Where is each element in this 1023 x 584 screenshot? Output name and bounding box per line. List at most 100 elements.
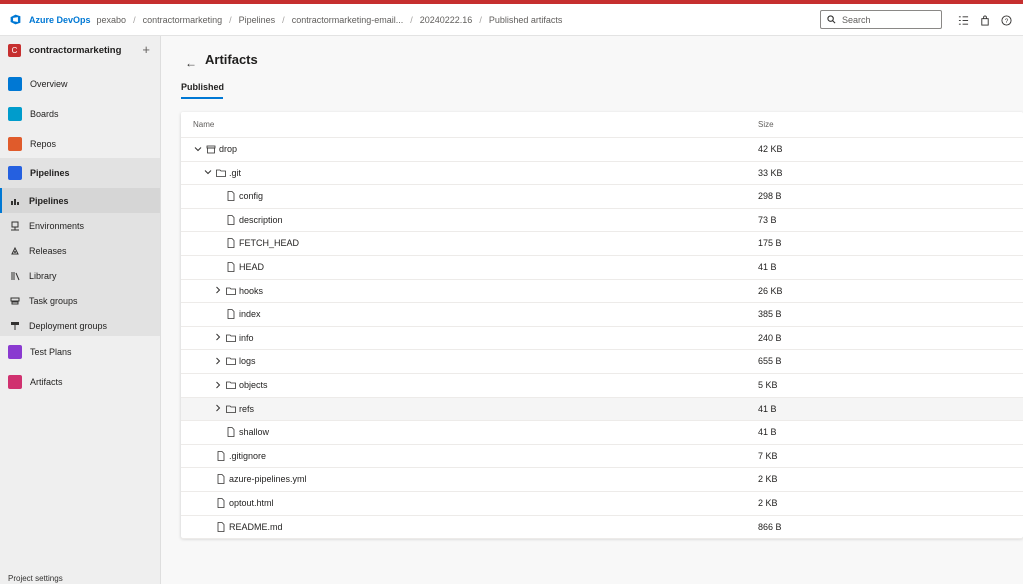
chevron-down-icon[interactable] <box>203 168 212 177</box>
row-size: 385 B <box>758 309 782 320</box>
overview-icon <box>8 77 22 91</box>
row-size: 240 B <box>758 332 782 343</box>
sidebar-item-artifacts[interactable]: Artifacts <box>0 369 160 395</box>
sidebar-sub-task-groups[interactable]: Task groups <box>0 288 160 313</box>
chevron-down-icon[interactable] <box>193 144 202 153</box>
add-icon[interactable]: + <box>142 42 150 57</box>
sidebar-item-label: Boards <box>30 109 59 119</box>
sidebar-sub-releases[interactable]: Releases <box>0 238 160 263</box>
file-icon <box>226 191 236 202</box>
folder-icon <box>226 404 236 414</box>
table-row[interactable]: description 73 B <box>181 209 1023 233</box>
breadcrumb-separator: / <box>410 14 413 25</box>
table-row[interactable]: .git 33 KB <box>181 162 1023 186</box>
sidebar-sub-deployment-groups[interactable]: Deployment groups <box>0 313 160 338</box>
row-size: 73 B <box>758 214 777 225</box>
artifacts-icon <box>8 375 22 389</box>
table-row[interactable]: info 240 B <box>181 327 1023 351</box>
project-settings-link[interactable]: Project settings <box>8 574 63 583</box>
marketplace-bag-icon[interactable] <box>979 14 991 26</box>
work-items-icon[interactable] <box>957 14 969 26</box>
table-row[interactable]: optout.html 2 KB <box>181 492 1023 516</box>
table-row[interactable]: refs 41 B <box>181 397 1023 422</box>
breadcrumb-separator: / <box>479 14 482 25</box>
pipelines-sub-icon <box>10 196 20 206</box>
file-icon <box>216 521 226 532</box>
table-row[interactable]: shallow 41 B <box>181 421 1023 445</box>
table-row[interactable]: azure-pipelines.yml 2 KB <box>181 468 1023 492</box>
sidebar-sub-pipelines[interactable]: Pipelines <box>0 188 160 213</box>
row-size: 33 KB <box>758 167 783 178</box>
sidebar-sub-environments[interactable]: Environments <box>0 213 160 238</box>
sidebar-item-pipelines[interactable]: Pipelines <box>0 160 160 186</box>
row-name: info <box>239 332 254 343</box>
sidebar-item-test-plans[interactable]: Test Plans <box>0 339 160 365</box>
breadcrumb-separator: / <box>282 14 285 25</box>
sidebar-sub-label: Task groups <box>29 295 78 306</box>
project-name: contractormarketing <box>29 44 122 56</box>
table-row[interactable]: FETCH_HEAD 175 B <box>181 232 1023 256</box>
table-row[interactable]: HEAD 41 B <box>181 256 1023 280</box>
table-row[interactable]: drop 42 KB <box>181 138 1023 162</box>
main-content: ← Artifacts Published Name Size drop 42 K… <box>161 36 1023 584</box>
file-icon <box>216 498 226 508</box>
row-name: description <box>239 214 283 225</box>
row-size: 175 B <box>758 238 782 249</box>
breadcrumb-pipeline[interactable]: contractormarketing-email... <box>292 15 404 25</box>
chevron-right-icon[interactable] <box>213 380 222 389</box>
sidebar-item-boards[interactable]: Boards <box>0 101 160 127</box>
file-icon <box>226 262 236 272</box>
row-size: 2 KB <box>758 474 778 485</box>
file-icon <box>226 238 236 249</box>
tab-selected-indicator <box>181 97 223 99</box>
breadcrumb-artifacts[interactable]: Published artifacts <box>489 15 563 25</box>
row-size: 7 KB <box>758 450 778 461</box>
brand-link[interactable]: Azure DevOps <box>29 15 91 25</box>
chevron-right-icon[interactable] <box>213 404 222 413</box>
tab-published[interactable]: Published <box>181 82 224 92</box>
chevron-right-icon[interactable] <box>213 333 222 342</box>
task-groups-icon <box>10 296 20 306</box>
table-row[interactable]: README.md 866 B <box>181 516 1023 540</box>
sidebar-item-overview[interactable]: Overview <box>0 71 160 97</box>
sidebar-sub-label: Deployment groups <box>29 320 108 331</box>
column-header-size[interactable]: Size <box>758 120 774 129</box>
back-arrow-icon[interactable]: ← <box>185 56 197 70</box>
project-header[interactable]: C contractormarketing + <box>0 36 160 64</box>
row-name: optout.html <box>229 498 274 508</box>
breadcrumb-pipelines[interactable]: Pipelines <box>239 15 276 25</box>
table-header: Name Size <box>181 112 1023 138</box>
pipelines-icon <box>8 166 22 180</box>
help-icon[interactable]: ? <box>1000 14 1012 26</box>
page-title: Artifacts <box>205 52 258 67</box>
file-icon <box>216 450 226 461</box>
breadcrumb-run[interactable]: 20240222.16 <box>420 15 473 25</box>
row-name: index <box>239 309 261 320</box>
sidebar-item-repos[interactable]: Repos <box>0 131 160 157</box>
chevron-right-icon[interactable] <box>213 286 222 295</box>
azure-devops-logo-icon[interactable] <box>9 13 22 26</box>
table-row[interactable]: .gitignore 7 KB <box>181 445 1023 469</box>
folder-icon <box>226 333 236 343</box>
column-header-name[interactable]: Name <box>193 120 214 129</box>
sidebar-item-label: Artifacts <box>30 377 63 387</box>
sidebar-sub-library[interactable]: Library <box>0 263 160 288</box>
folder-icon <box>226 380 236 390</box>
row-size: 26 KB <box>758 285 783 296</box>
table-row[interactable]: config 298 B <box>181 185 1023 209</box>
table-row[interactable]: objects 5 KB <box>181 374 1023 398</box>
row-name: FETCH_HEAD <box>239 238 300 249</box>
sidebar-sub-label: Library <box>29 270 57 281</box>
artifact-icon <box>206 144 216 154</box>
table-row[interactable]: logs 655 B <box>181 350 1023 374</box>
breadcrumb-project[interactable]: contractormarketing <box>143 15 223 25</box>
deployment-groups-icon <box>10 321 20 331</box>
chevron-right-icon[interactable] <box>213 356 222 365</box>
project-avatar: C <box>8 43 21 57</box>
table-row[interactable]: hooks 26 KB <box>181 280 1023 304</box>
repos-icon <box>8 137 22 151</box>
breadcrumb-org[interactable]: pexabo <box>97 15 127 25</box>
search-box[interactable]: Search <box>820 10 942 29</box>
file-icon <box>216 474 226 485</box>
table-row[interactable]: index 385 B <box>181 303 1023 327</box>
